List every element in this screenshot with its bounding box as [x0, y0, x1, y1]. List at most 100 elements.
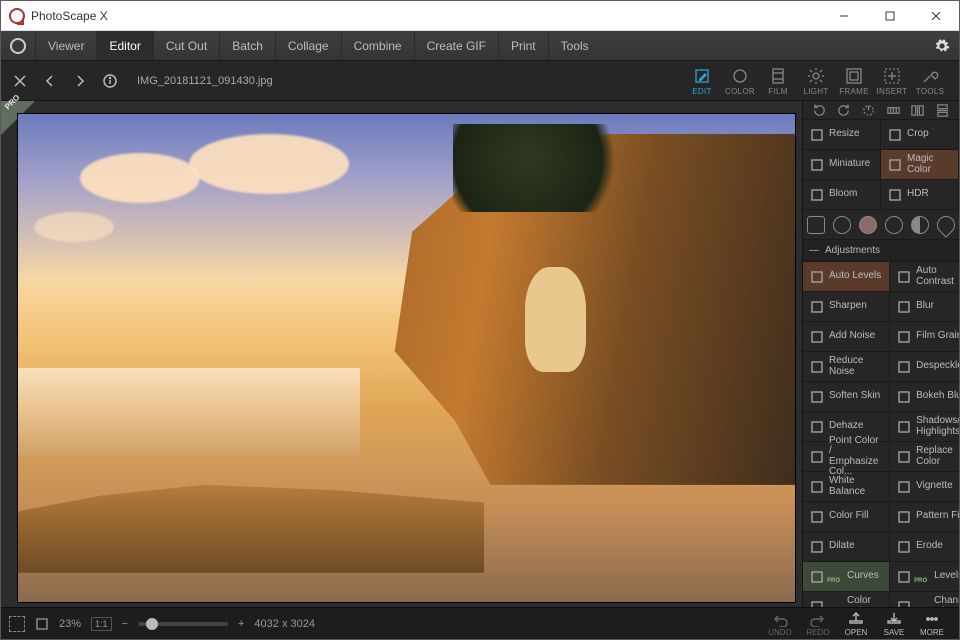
tool-auto-contrast[interactable]: Auto Contrast — [890, 262, 959, 292]
adjustments-header[interactable]: — Adjustments — [803, 240, 959, 262]
vignette-icon — [896, 479, 911, 494]
maximize-button[interactable] — [867, 1, 913, 31]
zoom-level[interactable]: 23% — [59, 618, 81, 630]
tool-auto-levels[interactable]: Auto Levels — [803, 262, 890, 292]
top-tool-color[interactable]: COLOR — [721, 66, 759, 96]
rotate-row — [803, 101, 959, 120]
tool-hdr[interactable]: HDR — [881, 180, 959, 210]
tool-channel-mixer[interactable]: PROChannel Mixer — [890, 592, 959, 607]
top-tool-frame[interactable]: FRAME — [835, 66, 873, 96]
tool-pattern-fill[interactable]: Pattern Fill — [890, 502, 959, 532]
tool-soften-skin[interactable]: Soften Skin — [803, 382, 890, 412]
bottom-redo-button[interactable]: REDO — [799, 610, 837, 637]
bottom-more-button[interactable]: MORE — [913, 610, 951, 637]
tool-vignette[interactable]: Vignette — [890, 472, 959, 502]
straighten-icon[interactable] — [884, 101, 902, 119]
zoom-out[interactable]: − — [122, 618, 128, 630]
tool-shadows-highlights[interactable]: Shadows/ Highlights — [890, 412, 959, 442]
home-button[interactable] — [1, 31, 35, 60]
top-tool-tools[interactable]: TOOLS — [911, 66, 949, 96]
add-noise-icon — [809, 329, 824, 344]
next-button[interactable] — [71, 72, 89, 90]
filter-drop-icon[interactable] — [933, 212, 958, 237]
main-tab-print[interactable]: Print — [498, 31, 548, 60]
tool-label: Levels — [934, 571, 959, 582]
tool-label: Bloom — [829, 189, 857, 200]
tool-levels[interactable]: PROLevels — [890, 562, 959, 592]
bottom-save-button[interactable]: SAVE — [875, 610, 913, 637]
prev-button[interactable] — [41, 72, 59, 90]
main-tab-batch[interactable]: Batch — [219, 31, 275, 60]
tool-add-noise[interactable]: Add Noise — [803, 322, 890, 352]
zoom-in[interactable]: + — [238, 618, 244, 630]
tool-crop[interactable]: Crop — [881, 120, 959, 150]
main-tab-cut-out[interactable]: Cut Out — [153, 31, 219, 60]
tool-film-grain[interactable]: Film Grain — [890, 322, 959, 352]
tool-white-balance[interactable]: White Balance — [803, 472, 890, 502]
curves-icon — [809, 569, 824, 584]
settings-button[interactable] — [925, 31, 959, 60]
bokeh-blur-icon — [896, 389, 911, 404]
edit-icon — [692, 66, 712, 86]
tool-label: Film Grain — [916, 331, 959, 342]
grid-toggle[interactable] — [9, 616, 25, 632]
tool-label: Crop — [907, 129, 929, 140]
filter-circle-icon[interactable] — [833, 216, 851, 234]
main-tab-editor[interactable]: Editor — [96, 31, 152, 60]
levels-icon — [896, 569, 911, 584]
top-tool-insert[interactable]: INSERT — [873, 66, 911, 96]
tool-color-fill[interactable]: Color Fill — [803, 502, 890, 532]
fit-button[interactable]: 1:1 — [91, 617, 112, 631]
film-icon — [768, 66, 788, 86]
close-button[interactable] — [913, 1, 959, 31]
filter-ring-icon[interactable] — [885, 216, 903, 234]
tool-curves[interactable]: PROCurves — [803, 562, 890, 592]
minimize-button[interactable] — [821, 1, 867, 31]
close-file-button[interactable] — [11, 72, 29, 90]
tool-bokeh-blur[interactable]: Bokeh Blur — [890, 382, 959, 412]
bottom-undo-button[interactable]: UNDO — [761, 610, 799, 637]
main-tab-create-gif[interactable]: Create GIF — [414, 31, 498, 60]
main-tab-collage[interactable]: Collage — [275, 31, 341, 60]
main-tab-combine[interactable]: Combine — [341, 31, 414, 60]
tool-sharpen[interactable]: Sharpen — [803, 292, 890, 322]
flip-h-icon[interactable] — [909, 101, 927, 119]
tool-label: Soften Skin — [829, 391, 880, 402]
filter-square-icon[interactable] — [807, 216, 825, 234]
image-canvas[interactable] — [17, 113, 796, 603]
main-tab-viewer[interactable]: Viewer — [35, 31, 96, 60]
info-button[interactable] — [101, 72, 119, 90]
tool-label: Miniature — [829, 159, 870, 170]
dehaze-icon — [809, 419, 824, 434]
tool-despeckle[interactable]: Despeckle — [890, 352, 959, 382]
shadows-highlights-icon — [896, 419, 911, 434]
zoom-slider[interactable] — [138, 622, 228, 626]
tool-miniature[interactable]: Miniature — [803, 150, 881, 180]
crop-toggle[interactable] — [35, 617, 49, 631]
tool-replace-color[interactable]: Replace Color — [890, 442, 959, 472]
rotate-angle-icon[interactable] — [860, 101, 878, 119]
tool-dilate[interactable]: Dilate — [803, 532, 890, 562]
top-tool-edit[interactable]: EDIT — [683, 66, 721, 96]
main-tab-tools[interactable]: Tools — [548, 31, 601, 60]
filter-tint-icon[interactable] — [859, 216, 877, 234]
filter-half-icon[interactable] — [911, 216, 929, 234]
tool-erode[interactable]: Erode — [890, 532, 959, 562]
tool-reduce-noise[interactable]: Reduce Noise — [803, 352, 890, 382]
tool-resize[interactable]: Resize — [803, 120, 881, 150]
top-tool-film[interactable]: FILM — [759, 66, 797, 96]
undo-icon — [771, 610, 789, 628]
rotate-ccw-icon[interactable] — [810, 101, 828, 119]
rotate-cw-icon[interactable] — [835, 101, 853, 119]
tool-point-color[interactable]: Point Color / Emphasize Col... — [803, 442, 890, 472]
tool-color-balance[interactable]: PROColor Balance — [803, 592, 890, 607]
app-window: PhotoScape X ViewerEditorCut OutBatchCol… — [0, 0, 960, 640]
tool-blur[interactable]: Blur — [890, 292, 959, 322]
tool-magic-color[interactable]: Magic Color — [881, 150, 959, 180]
open-icon — [847, 610, 865, 628]
bottom-open-button[interactable]: OPEN — [837, 610, 875, 637]
flip-v-icon[interactable] — [934, 101, 952, 119]
tool-bloom[interactable]: Bloom — [803, 180, 881, 210]
filter-shape-row — [803, 210, 959, 240]
top-tool-light[interactable]: LIGHT — [797, 66, 835, 96]
